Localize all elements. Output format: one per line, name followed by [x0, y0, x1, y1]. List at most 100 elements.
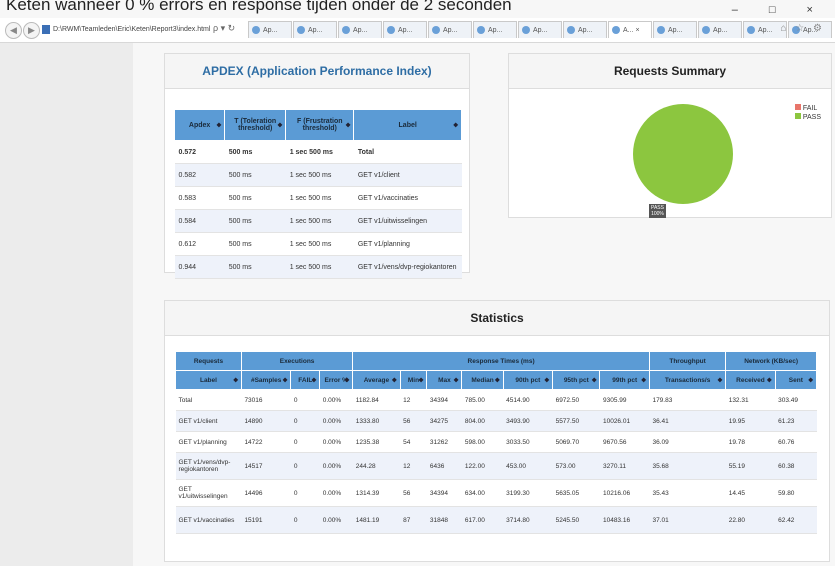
stats-cell: 0: [290, 452, 320, 480]
sort-icon[interactable]: ◆: [495, 377, 500, 384]
browser-tab[interactable]: Ap...: [383, 21, 427, 38]
stats-header-label: #Samples: [250, 376, 282, 384]
stats-cell: 0.00%: [319, 431, 353, 453]
apdex-header-cell[interactable]: T (Toleration threshold) ◆: [224, 109, 287, 141]
stats-cell: 14517: [241, 452, 291, 480]
stats-cell: 179.83: [649, 389, 726, 411]
stats-header-cell[interactable]: 90th pct ◆: [502, 370, 554, 390]
apdex-cell: 1 sec 500 ms: [285, 209, 354, 233]
apdex-cell: Total: [353, 140, 462, 164]
stats-header-label: Label: [199, 376, 217, 384]
legend-item[interactable]: PASS: [794, 113, 821, 122]
stats-cell: 0: [290, 389, 320, 411]
forward-icon[interactable]: ▶: [23, 22, 40, 39]
sort-icon[interactable]: ◆: [283, 377, 288, 384]
stats-group-header: Response Times (ms): [352, 351, 650, 371]
stats-header-cell[interactable]: Sent ◆: [774, 370, 818, 390]
summary-legend[interactable]: FAIL PASS: [794, 104, 821, 122]
stats-header-cell[interactable]: Max ◆: [426, 370, 463, 390]
sort-icon[interactable]: ◆: [454, 377, 459, 384]
stats-header-cell[interactable]: Average ◆: [352, 370, 401, 390]
legend-label: FAIL: [802, 105, 818, 112]
browser-tab[interactable]: Ap...: [248, 21, 292, 38]
stats-header-label: Transactions/s: [664, 376, 711, 384]
sort-icon[interactable]: ◆: [453, 122, 458, 129]
browser-icons[interactable]: ⌂ ☆ ⚙: [780, 23, 825, 34]
stats-header-cell[interactable]: #Samples ◆: [240, 370, 292, 390]
browser-tab[interactable]: A... ×: [608, 21, 652, 38]
sort-icon[interactable]: ◆: [278, 122, 283, 129]
sort-icon[interactable]: ◆: [392, 377, 397, 384]
legend-item[interactable]: FAIL: [794, 104, 821, 113]
sort-icon[interactable]: ◆: [419, 377, 424, 384]
browser-tab[interactable]: Ap...: [563, 21, 607, 38]
stats-cell: 87: [400, 506, 427, 534]
stats-header-cell[interactable]: Label ◆: [175, 370, 242, 390]
apdex-header-cell[interactable]: Apdex ◆: [173, 109, 226, 141]
apdex-header-label: Apdex: [188, 121, 211, 129]
stats-header-cell[interactable]: FAIL ◆: [290, 370, 321, 390]
sort-icon[interactable]: ◆: [345, 377, 350, 384]
stats-cell: 14.45: [725, 479, 776, 507]
stats-header-cell[interactable]: Received ◆: [725, 370, 776, 390]
stats-cell: 132.31: [725, 389, 776, 411]
sort-icon[interactable]: ◆: [718, 377, 723, 384]
browser-tab[interactable]: Ap...: [473, 21, 517, 38]
stats-header-cell[interactable]: Error % ◆: [319, 370, 354, 390]
stats-cell: 12: [400, 452, 427, 480]
stats-cell: 6436: [426, 452, 462, 480]
sort-icon[interactable]: ◆: [233, 377, 238, 384]
stats-header-label: Max: [438, 376, 451, 384]
browser-tab[interactable]: Ap...: [653, 21, 697, 38]
stats-cell: 0.00%: [319, 479, 353, 507]
stats-header-cell[interactable]: Min ◆: [399, 370, 428, 390]
tab-icon: [342, 26, 350, 35]
tab-icon: [657, 26, 665, 35]
stats-cell: 19.78: [725, 431, 776, 453]
stats-cell: 0: [290, 410, 320, 432]
apdex-cell: 1 sec 500 ms: [285, 232, 354, 256]
stats-cell: 14890: [241, 410, 291, 432]
sort-icon[interactable]: ◆: [641, 377, 646, 384]
apdex-header-label: F (Frustration threshold): [297, 118, 343, 132]
browser-tab[interactable]: Ap...: [293, 21, 337, 38]
apdex-cell: 1 sec 500 ms: [285, 186, 354, 210]
browser-tab[interactable]: Ap...: [698, 21, 742, 38]
apdex-cell: GET v1/planning: [353, 232, 462, 256]
sort-icon[interactable]: ◆: [346, 122, 351, 129]
table-row: 0.582 500 ms 1 sec 500 ms GET v1/client: [174, 163, 462, 187]
sort-icon[interactable]: ◆: [544, 377, 549, 384]
stats-cell: 34394: [426, 479, 462, 507]
sort-icon[interactable]: ◆: [767, 377, 772, 384]
stats-cell: 1481.19: [352, 506, 401, 534]
stats-header-label: Average: [363, 376, 390, 384]
sort-icon[interactable]: ◆: [592, 377, 597, 384]
stats-cell: 10216.06: [599, 479, 650, 507]
apdex-header-label: T (Toleration threshold): [234, 118, 277, 132]
browser-tab[interactable]: Ap...: [428, 21, 472, 38]
stats-header-cell[interactable]: 95th pct ◆: [552, 370, 601, 390]
statistics-title: Statistics: [165, 301, 829, 336]
pie-slice-pass: [633, 104, 733, 204]
address-tools[interactable]: ρ ▾ ↻: [213, 23, 235, 34]
browser-tab[interactable]: Ap...: [518, 21, 562, 38]
stats-header-label: Received: [736, 376, 765, 384]
apdex-header-cell[interactable]: F (Frustration threshold) ◆: [285, 109, 355, 141]
sort-icon[interactable]: ◆: [312, 377, 317, 384]
stats-header-cell[interactable]: Transactions/s ◆: [648, 370, 727, 390]
sort-icon[interactable]: ◆: [808, 377, 813, 384]
statistics-panel: Statistics Requests Executions Response Ti…: [164, 300, 830, 562]
stats-cell: 4514.90: [503, 389, 553, 411]
address-bar[interactable]: D:\RWM\Teamleden\Eric\Keten\Report3\inde…: [42, 23, 210, 37]
apdex-cell: GET v1/uitwisselingen: [353, 209, 462, 233]
stats-header-cell[interactable]: Median ◆: [461, 370, 504, 390]
stats-cell: 56: [400, 479, 427, 507]
apdex-header-cell[interactable]: Label ◆: [353, 109, 462, 141]
stats-cell: 31848: [426, 506, 462, 534]
back-icon[interactable]: ◀: [5, 22, 22, 39]
stats-cell: 34275: [426, 410, 462, 432]
stats-header-cell[interactable]: 99th pct ◆: [599, 370, 650, 390]
window-controls[interactable]: – □ ×: [732, 4, 827, 16]
browser-tab[interactable]: Ap...: [338, 21, 382, 38]
sort-icon[interactable]: ◆: [217, 122, 222, 129]
